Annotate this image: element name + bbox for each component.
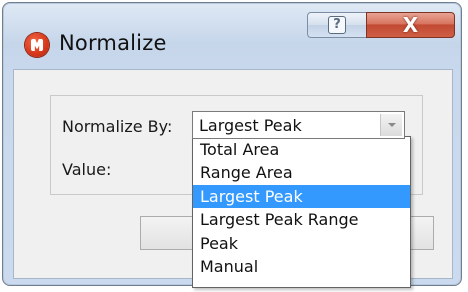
help-button[interactable]: ? (307, 12, 367, 38)
dropdown-arrow-button[interactable] (380, 114, 402, 136)
chevron-down-icon (387, 123, 396, 127)
dropdown-option-manual[interactable]: Manual (193, 255, 410, 278)
dropdown-option-largest-peak-range[interactable]: Largest Peak Range (193, 208, 410, 231)
value-label: Value: (62, 160, 112, 179)
app-logo-icon (25, 33, 49, 57)
close-button[interactable]: X (366, 12, 455, 38)
dropdown-option-largest-peak[interactable]: Largest Peak (193, 184, 410, 209)
title-bar[interactable]: Normalize ? X (3, 3, 461, 63)
dropdown-option-peak[interactable]: Peak (193, 232, 410, 255)
normalize-by-label: Normalize By: (62, 117, 173, 136)
dropdown-option-total-area[interactable]: Total Area (193, 138, 410, 161)
help-icon: ? (328, 16, 346, 34)
caption-buttons: ? X (307, 12, 455, 38)
window-title: Normalize (59, 31, 167, 55)
normalize-by-dropdown-list: Total Area Range Area Largest Peak Large… (192, 136, 411, 288)
close-icon: X (402, 13, 419, 37)
normalize-by-selected-value: Largest Peak (199, 116, 302, 135)
dropdown-option-range-area[interactable]: Range Area (193, 161, 410, 184)
normalize-by-select[interactable]: Largest Peak (192, 111, 405, 139)
